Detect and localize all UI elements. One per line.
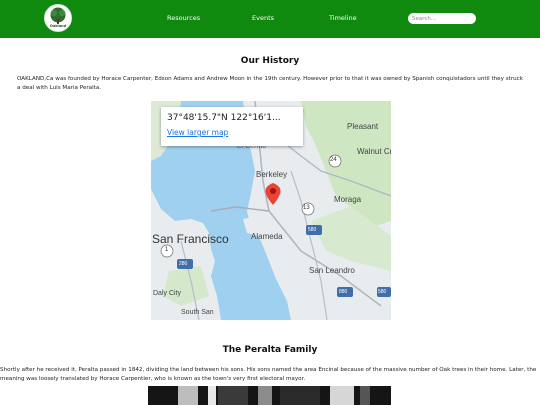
nav-link-resources[interactable]: Resources (167, 14, 200, 22)
map-label-pleasant: Pleasant (347, 122, 379, 131)
map-label-berkeley: Berkeley (256, 170, 288, 179)
map-label-walnut: Walnut Cr (357, 147, 391, 156)
map-label-san-francisco: San Francisco (152, 232, 229, 246)
history-paragraph: OAKLAND,Ca was founded by Horace Carpent… (17, 76, 523, 91)
logo-text: Oakland (49, 24, 67, 28)
top-navigation-bar: Oakland Resources Events Timeline (0, 0, 540, 38)
map-shield-label-24: 24 (330, 157, 337, 163)
nav-link-events[interactable]: Events (252, 14, 274, 22)
map-label-moraga: Moraga (334, 195, 362, 204)
map-label-daly-city: Daly City (153, 290, 182, 297)
map-coordinates: 37°48'15.7"N 122°16'1... (167, 113, 281, 123)
search-input[interactable] (408, 13, 476, 24)
nav-link-timeline[interactable]: Timeline (329, 14, 357, 22)
embedded-map[interactable]: 24 13 580 280 880 580 1 Pleasant Walnut … (151, 101, 391, 320)
history-heading: Our History (240, 56, 300, 66)
view-larger-map-link[interactable]: View larger map (167, 128, 228, 137)
map-shield-label-280: 280 (179, 261, 188, 267)
map-info-card: 37°48'15.7"N 122°16'1... View larger map (161, 107, 303, 146)
map-label-alameda: Alameda (251, 232, 283, 241)
map-label-south-san: South San (181, 309, 214, 316)
map-shield-label-880: 880 (339, 289, 348, 295)
peralta-paragraph: Shortly after he received it, Peralta pa… (0, 367, 537, 382)
map-shield-label-1: 1 (165, 247, 169, 253)
peralta-heading: The Peralta Family (222, 345, 318, 355)
historical-photo (148, 386, 391, 405)
map-label-san-leandro: San Leandro (309, 266, 355, 275)
map-shield-label-580-b: 580 (378, 289, 387, 295)
map-shield-label-580: 580 (308, 227, 317, 233)
oakland-logo[interactable]: Oakland (44, 4, 72, 32)
map-shield-label-13: 13 (303, 205, 310, 211)
